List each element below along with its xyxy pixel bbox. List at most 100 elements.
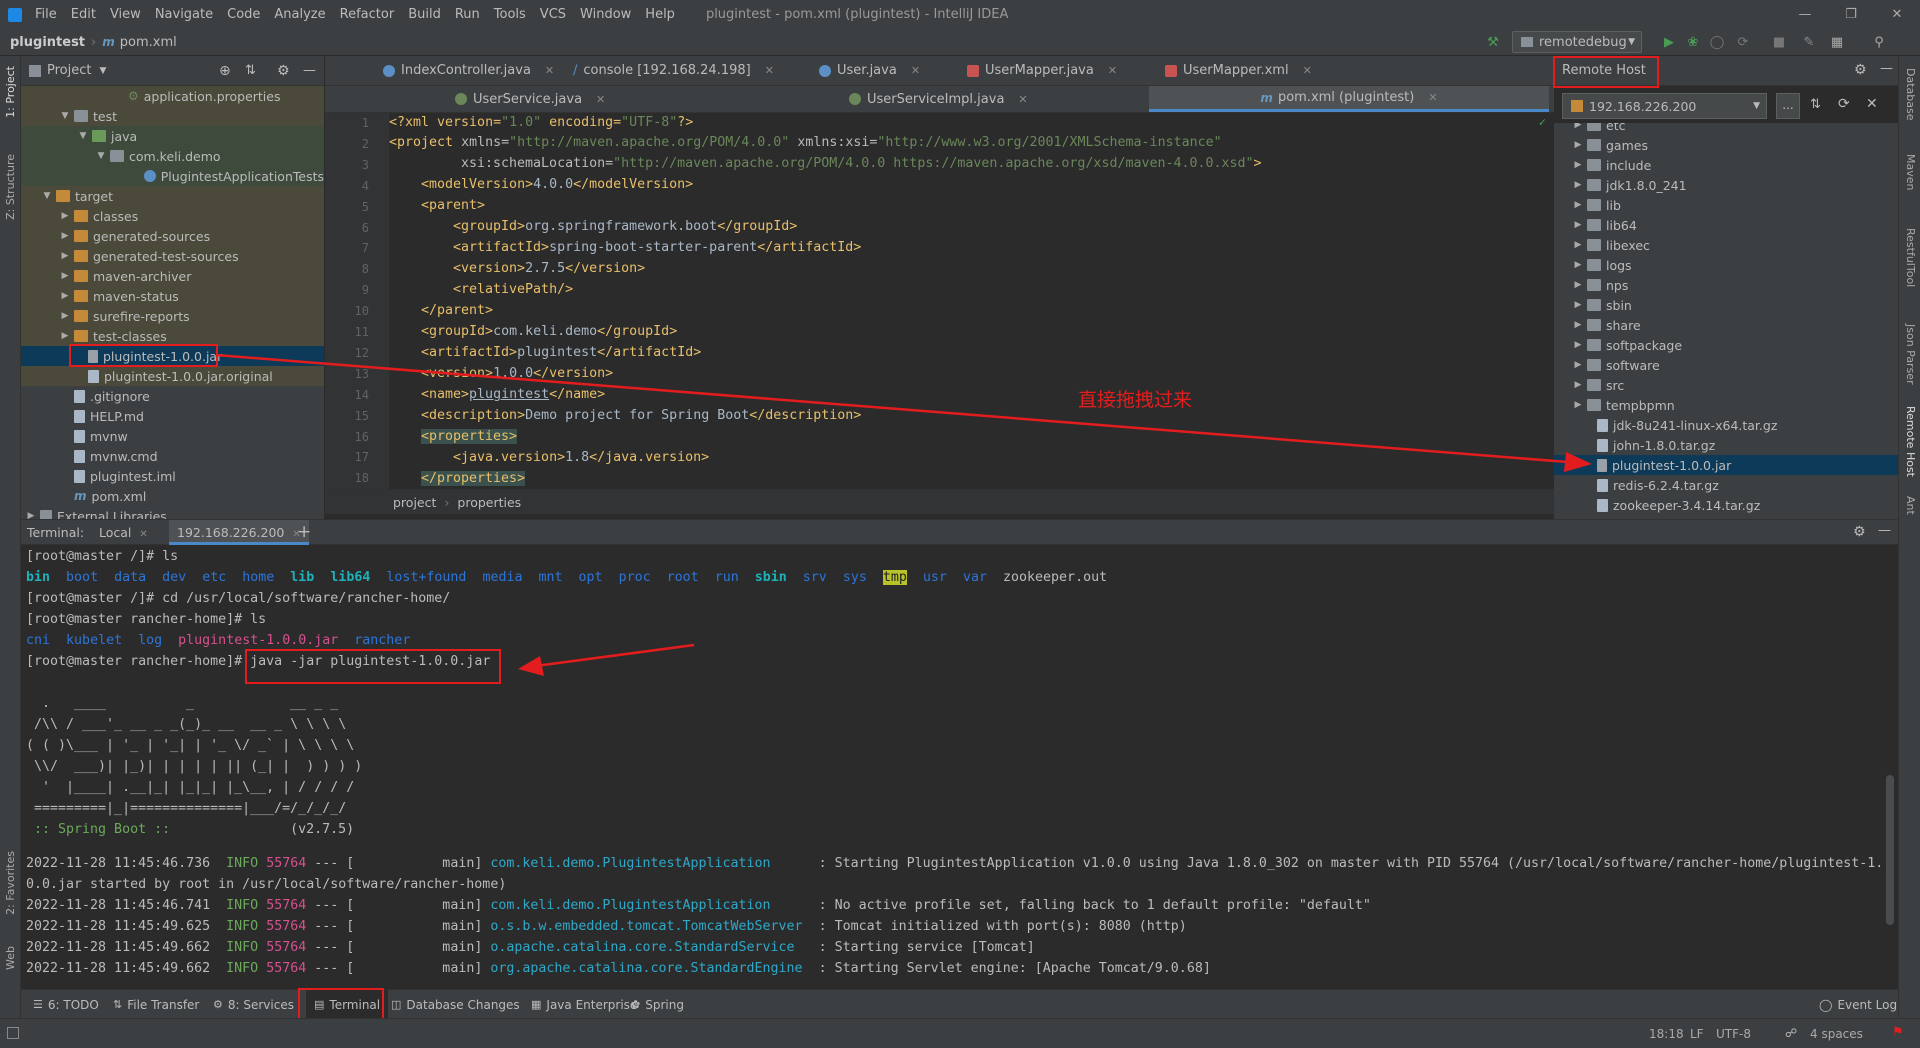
project-tree-item[interactable]: ▼ com.keli.demo	[21, 146, 324, 166]
debug-icon[interactable]: ❀	[1684, 33, 1702, 51]
chevron-right-icon[interactable]: ▶	[1572, 400, 1584, 410]
remote-tree-item[interactable]: ▶ lib	[1554, 195, 1898, 215]
hide-panel-icon[interactable]: —	[1878, 523, 1891, 538]
tool-tab-web[interactable]: Web	[4, 946, 17, 970]
chevron-down-icon[interactable]: ▼	[99, 66, 106, 76]
menu-navigate[interactable]: Navigate	[148, 0, 220, 29]
project-tree-item[interactable]: .gitignore	[21, 386, 324, 406]
close-icon[interactable]: ✕	[1303, 64, 1312, 77]
menu-vcs[interactable]: VCS	[533, 0, 573, 29]
close-icon[interactable]: ✕	[1018, 93, 1027, 106]
gear-icon[interactable]: ⚙	[1854, 62, 1867, 78]
project-tree-item[interactable]: ⚙ application.properties	[21, 86, 324, 106]
hide-panel-icon[interactable]: —	[1880, 61, 1893, 76]
remote-tree-item[interactable]: ▶ logs	[1554, 255, 1898, 275]
browse-button[interactable]: ...	[1776, 93, 1800, 119]
project-tree-item[interactable]: plugintest.iml	[21, 466, 324, 486]
line-separator[interactable]: LF	[1690, 1019, 1704, 1048]
chevron-right-icon[interactable]: ▶	[1572, 160, 1584, 170]
terminal-tab-remote[interactable]: 192.168.226.200 ✕	[169, 520, 309, 545]
disconnect-icon[interactable]: ✕	[1866, 96, 1878, 112]
project-structure-icon[interactable]: ▦	[1828, 33, 1846, 51]
project-tree-item[interactable]: ▼ test	[21, 106, 324, 126]
remote-tree-item[interactable]: ▶ libexec	[1554, 235, 1898, 255]
close-icon[interactable]: ✕	[1108, 64, 1117, 77]
menu-refactor[interactable]: Refactor	[333, 0, 402, 29]
inspection-ok-icon[interactable]: ✓	[1539, 115, 1546, 129]
remote-tree-item[interactable]: plugintest-1.0.0.jar	[1554, 455, 1898, 475]
project-tree-item[interactable]: ▶ generated-test-sources	[21, 246, 324, 266]
nav-file[interactable]: pom.xml	[120, 35, 183, 50]
editor-tab[interactable]: IndexController.java ✕	[383, 56, 554, 85]
tool-tab-restfultool[interactable]: RestfulTool	[1904, 228, 1917, 287]
chevron-right-icon[interactable]: ▶	[59, 311, 71, 321]
tool-tab-spring[interactable]: ✿ Spring	[631, 990, 684, 1019]
terminal-scrollbar[interactable]	[1886, 775, 1894, 925]
remote-tree-item[interactable]: ▶ etc	[1554, 123, 1898, 135]
event-notification-icon[interactable]: ⚑	[1892, 1025, 1904, 1040]
chevron-down-icon[interactable]: ▼	[77, 131, 89, 141]
editor-tab[interactable]: UserService.java ✕	[455, 86, 605, 112]
chevron-down-icon[interactable]: ▼	[95, 151, 107, 161]
locate-icon[interactable]: ⊕	[219, 63, 231, 79]
editor-tab[interactable]: User.java ✕	[819, 56, 920, 85]
terminal-output[interactable]: [root@master /]# ls bin boot data dev et…	[21, 545, 1898, 989]
stop-icon[interactable]: ■	[1770, 33, 1788, 51]
project-tree-item[interactable]: ▶ surefire-reports	[21, 306, 324, 326]
remote-tree-item[interactable]: ▶ share	[1554, 315, 1898, 335]
tool-tab-structure[interactable]: Z: Structure	[4, 154, 17, 220]
chevron-right-icon[interactable]: ▶	[1572, 240, 1584, 250]
chevron-right-icon[interactable]: ▶	[1572, 260, 1584, 270]
hide-panel-icon[interactable]: —	[303, 63, 316, 78]
project-tree-item[interactable]: m pom.xml	[21, 486, 324, 506]
coverage-icon[interactable]: ◯	[1708, 33, 1726, 51]
chevron-right-icon[interactable]: ▶	[1572, 300, 1584, 310]
vcs-icon[interactable]: ✎	[1800, 33, 1818, 51]
tool-tab-todo[interactable]: ☰ 6: TODO	[33, 990, 99, 1019]
tool-tab-project[interactable]: 1: Project	[4, 66, 17, 118]
chevron-right-icon[interactable]: ▶	[1572, 200, 1584, 210]
chevron-right-icon[interactable]: ▶	[1572, 220, 1584, 230]
editor-tab[interactable]: m pom.xml (plugintest) ✕	[1149, 86, 1549, 112]
chevron-right-icon[interactable]: ▶	[59, 231, 71, 241]
terminal-tab-local[interactable]: Local ✕	[99, 520, 148, 545]
menu-run[interactable]: Run	[448, 0, 487, 29]
menu-edit[interactable]: Edit	[64, 0, 103, 29]
project-tree-item[interactable]: ▼ target	[21, 186, 324, 206]
run-icon[interactable]: ▶	[1660, 33, 1678, 51]
tool-tab-favorites[interactable]: 2: Favorites	[4, 851, 17, 915]
editor-tab[interactable]: UserServiceImpl.java ✕	[849, 86, 1028, 112]
chevron-right-icon[interactable]: ▶	[1572, 280, 1584, 290]
close-icon[interactable]: ✕	[545, 64, 554, 77]
project-panel-title[interactable]: Project	[47, 63, 91, 78]
project-tree-item[interactable]: ▶ generated-sources	[21, 226, 324, 246]
caret-position[interactable]: 18:18	[1649, 1019, 1684, 1048]
close-icon[interactable]: ✕	[1874, 0, 1920, 29]
tool-tab-database-changes[interactable]: ◫ Database Changes	[391, 990, 520, 1019]
chevron-right-icon[interactable]: ▶	[1572, 380, 1584, 390]
profile-icon[interactable]: ⟳	[1734, 33, 1752, 51]
chevron-right-icon[interactable]: ▶	[59, 251, 71, 261]
editor-tab[interactable]: ∕ console [192.168.24.198] ✕	[573, 56, 774, 85]
run-config-select[interactable]: remotedebug ▼	[1512, 31, 1642, 53]
breadcrumb-properties[interactable]: properties	[457, 495, 521, 510]
remote-tree-item[interactable]: ▶ sbin	[1554, 295, 1898, 315]
status-panel-icon[interactable]	[7, 1027, 19, 1039]
chevron-right-icon[interactable]: ▶	[1572, 320, 1584, 330]
remote-tree-item[interactable]: ▶ tempbpmn	[1554, 395, 1898, 415]
lock-icon[interactable]: ☍	[1785, 1026, 1797, 1040]
project-tree-item[interactable]: ▶ maven-archiver	[21, 266, 324, 286]
tool-tab-database[interactable]: Database	[1904, 68, 1917, 121]
project-tree-item[interactable]: ▶ maven-status	[21, 286, 324, 306]
tool-tab-file-transfer[interactable]: ⇅ File Transfer	[113, 990, 199, 1019]
tool-tab-remote-host[interactable]: Remote Host	[1904, 406, 1917, 477]
remote-tree-item[interactable]: jdk-8u241-linux-x64.tar.gz	[1554, 415, 1898, 435]
tool-tab-java-enterprise[interactable]: ▦ Java Enterprise	[531, 990, 637, 1019]
chevron-right-icon[interactable]: ▶	[1572, 340, 1584, 350]
chevron-right-icon[interactable]: ▶	[59, 291, 71, 301]
remote-tree-item[interactable]: ▶ jdk1.8.0_241	[1554, 175, 1898, 195]
chevron-down-icon[interactable]: ▼	[41, 191, 53, 201]
menu-analyze[interactable]: Analyze	[267, 0, 332, 29]
tool-tab-maven[interactable]: Maven	[1904, 154, 1917, 190]
tool-tab-services[interactable]: ⚙ 8: Services	[213, 990, 294, 1019]
